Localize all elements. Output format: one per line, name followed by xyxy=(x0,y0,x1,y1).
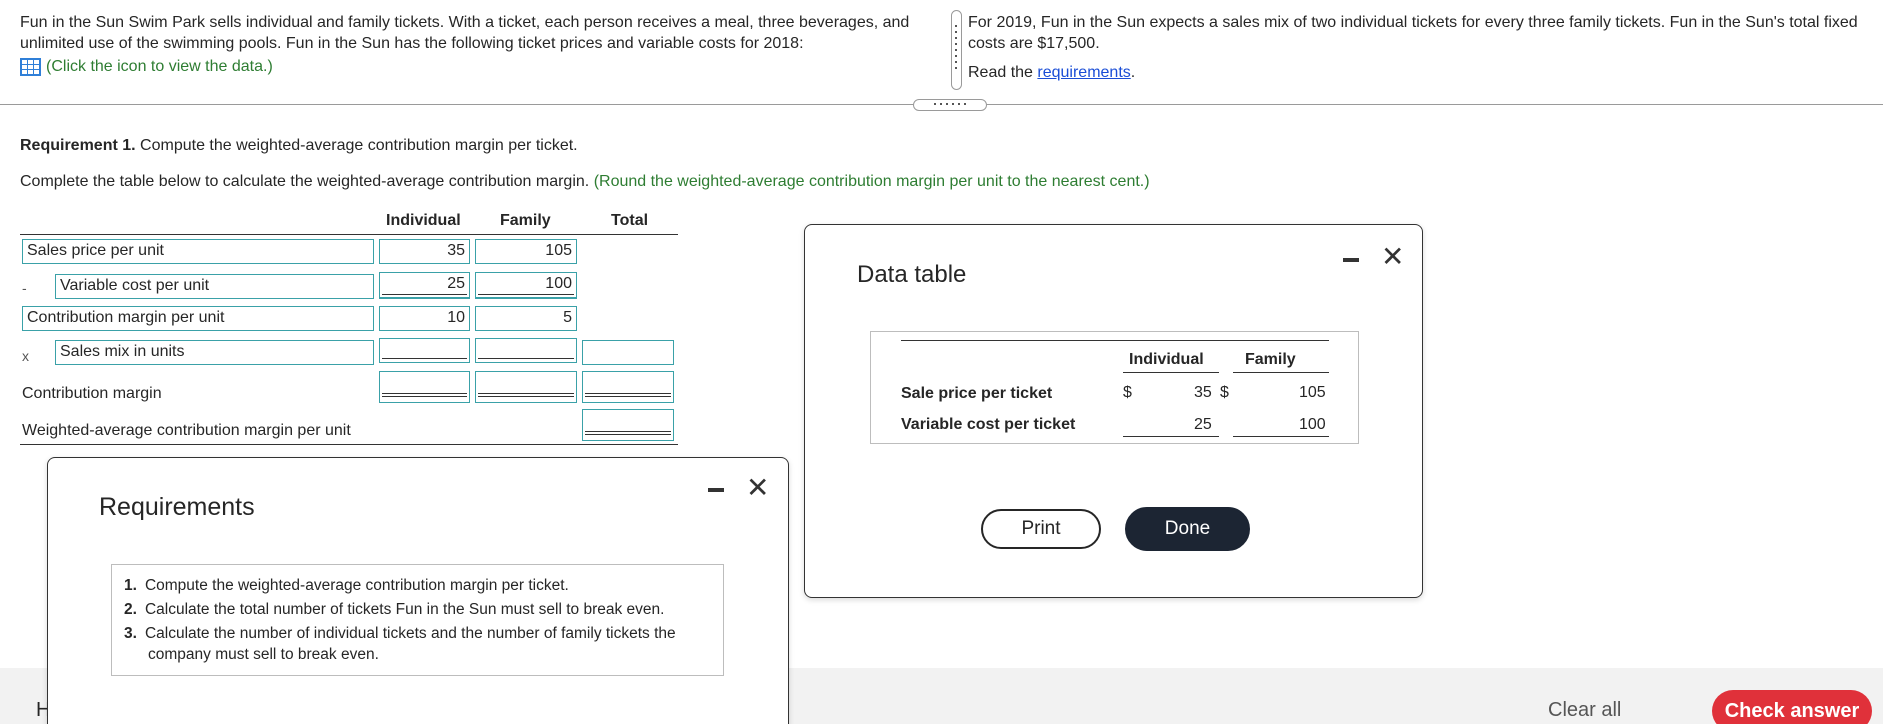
horizontal-pane-splitter[interactable] xyxy=(913,99,987,111)
data-col-individual: Individual xyxy=(1129,351,1204,368)
requirements-dialog: Requirements ✕ 1. Compute the weighted-a… xyxy=(47,457,789,724)
requirement-item: 2. Calculate the total number of tickets… xyxy=(124,599,711,620)
table-bottom-rule xyxy=(20,444,678,445)
contribution-margin-family-input[interactable] xyxy=(475,371,577,403)
rounding-hint: (Round the weighted-average contribution… xyxy=(593,173,1150,190)
data-table-top-rule xyxy=(901,340,1329,341)
sales-price-individual-field[interactable]: 35 xyxy=(379,239,470,264)
data-table-dialog: Data table ✕ Individual Family Sale pric… xyxy=(804,224,1423,598)
sales-mix-label-field[interactable]: Sales mix in units xyxy=(55,340,374,365)
cm-total-double-underline xyxy=(585,393,671,397)
data-row1-label: Sale price per ticket xyxy=(901,385,1053,402)
minus-operator: - xyxy=(22,280,27,296)
data-row2-individual: 25 xyxy=(1194,416,1212,433)
data-col-family-bottom-rule xyxy=(1233,436,1329,437)
instruction-text: Complete the table below to calculate th… xyxy=(20,173,590,190)
header-individual: Individual xyxy=(386,212,461,229)
requirement-item-text: Calculate the number of individual ticke… xyxy=(144,625,676,642)
requirements-link[interactable]: requirements xyxy=(1037,64,1130,81)
vertical-pane-splitter[interactable] xyxy=(951,10,962,90)
cm-individual-double-underline xyxy=(382,393,467,397)
sales-mix-total-input[interactable] xyxy=(582,340,674,365)
variable-individual-border xyxy=(379,297,470,299)
problem-intro-line2: unlimited use of the swimming pools. Fun… xyxy=(20,35,804,52)
header-family: Family xyxy=(500,212,551,229)
data-row1-currency-family: $ xyxy=(1220,384,1229,401)
data-link-row[interactable]: (Click the icon to view the data.) xyxy=(20,56,940,77)
problem-statement-left: Fun in the Sun Swim Park sells individua… xyxy=(20,12,940,77)
close-icon[interactable]: ✕ xyxy=(1381,243,1404,271)
minimize-icon[interactable] xyxy=(1343,258,1359,262)
sales-mix-individual-input[interactable] xyxy=(379,338,470,363)
cm-per-unit-individual-field[interactable]: 10 xyxy=(379,306,470,331)
problem-statement-right: For 2019, Fun in the Sun expects a sales… xyxy=(968,12,1880,83)
data-row1-currency-individual: $ xyxy=(1123,384,1132,401)
data-table-title: Data table xyxy=(857,261,967,288)
data-row1-individual: 35 xyxy=(1194,384,1212,401)
data-row2-label: Variable cost per ticket xyxy=(901,416,1076,433)
data-col-individual-rule xyxy=(1123,372,1219,373)
problem-right-line1: For 2019, Fun in the Sun expects a sales… xyxy=(968,14,1858,31)
header-total: Total xyxy=(611,212,649,229)
problem-right-line2: costs are $17,500. xyxy=(968,35,1100,52)
sales-price-family-field[interactable]: 105 xyxy=(475,239,577,264)
view-data-link[interactable]: (Click the icon to view the data.) xyxy=(46,56,273,77)
weighted-average-total-input[interactable] xyxy=(582,409,674,441)
weighted-average-label: Weighted-average contribution margin per… xyxy=(22,422,351,439)
read-suffix: . xyxy=(1130,64,1136,81)
read-requirements-line: Read the requirements. xyxy=(968,62,1880,83)
requirement-item-text: Calculate the total number of tickets Fu… xyxy=(144,601,665,618)
minimize-icon[interactable] xyxy=(708,488,724,492)
instruction-line: Complete the table below to calculate th… xyxy=(20,173,1150,191)
table-grid-icon[interactable] xyxy=(20,57,41,76)
data-col-family-rule xyxy=(1233,372,1329,373)
sales-mix-family-input[interactable] xyxy=(475,338,577,363)
cm-per-unit-label-field[interactable]: Contribution margin per unit xyxy=(22,306,374,331)
problem-intro-line1: Fun in the Sun Swim Park sells individua… xyxy=(20,14,910,31)
sales-mix-individual-underline xyxy=(382,358,467,359)
requirement-item-continuation: company must sell to break even. xyxy=(148,646,379,663)
contribution-margin-total-input[interactable] xyxy=(582,371,674,403)
data-col-individual-bottom-rule xyxy=(1123,436,1219,437)
requirement-label: Requirement 1. xyxy=(20,137,136,154)
cm-family-double-underline xyxy=(478,393,574,397)
variable-family-border xyxy=(475,297,577,299)
close-icon[interactable]: ✕ xyxy=(746,474,769,502)
variable-individual-underline xyxy=(382,294,467,295)
data-col-family: Family xyxy=(1245,351,1296,368)
sales-price-label-field[interactable]: Sales price per unit xyxy=(22,239,374,264)
contribution-margin-individual-input[interactable] xyxy=(379,371,470,403)
requirement-item: 1. Compute the weighted-average contribu… xyxy=(124,575,711,596)
requirement-text: Compute the weighted-average contributio… xyxy=(135,137,578,154)
check-answer-button[interactable]: Check answer xyxy=(1712,690,1872,724)
requirement-heading: Requirement 1. Compute the weighted-aver… xyxy=(20,137,578,155)
data-row2-family: 100 xyxy=(1299,416,1326,433)
data-table-box: Individual Family Sale price per ticket … xyxy=(870,331,1359,444)
requirement-item-text: Compute the weighted-average contributio… xyxy=(144,577,569,594)
requirement-number: 2. xyxy=(124,601,137,618)
times-operator: x xyxy=(22,348,29,364)
wa-total-double-underline xyxy=(585,431,671,435)
requirements-title: Requirements xyxy=(99,493,255,521)
read-prefix: Read the xyxy=(968,64,1038,81)
cm-per-unit-family-field[interactable]: 5 xyxy=(475,306,577,331)
data-row1-family: 105 xyxy=(1299,384,1326,401)
requirement-item: 3. Calculate the number of individual ti… xyxy=(124,623,711,644)
print-button[interactable]: Print xyxy=(981,509,1101,549)
variable-cost-label-field[interactable]: Variable cost per unit xyxy=(55,274,374,299)
done-button[interactable]: Done xyxy=(1125,507,1250,551)
requirements-list: 1. Compute the weighted-average contribu… xyxy=(111,564,724,676)
variable-family-underline xyxy=(478,294,574,295)
clear-all-button[interactable]: Clear all xyxy=(1548,699,1621,722)
requirement-number: 1. xyxy=(124,577,137,594)
sales-mix-family-underline xyxy=(478,358,574,359)
requirement-number: 3. xyxy=(124,625,137,642)
contribution-margin-label: Contribution margin xyxy=(22,385,162,402)
header-rule xyxy=(20,234,678,235)
